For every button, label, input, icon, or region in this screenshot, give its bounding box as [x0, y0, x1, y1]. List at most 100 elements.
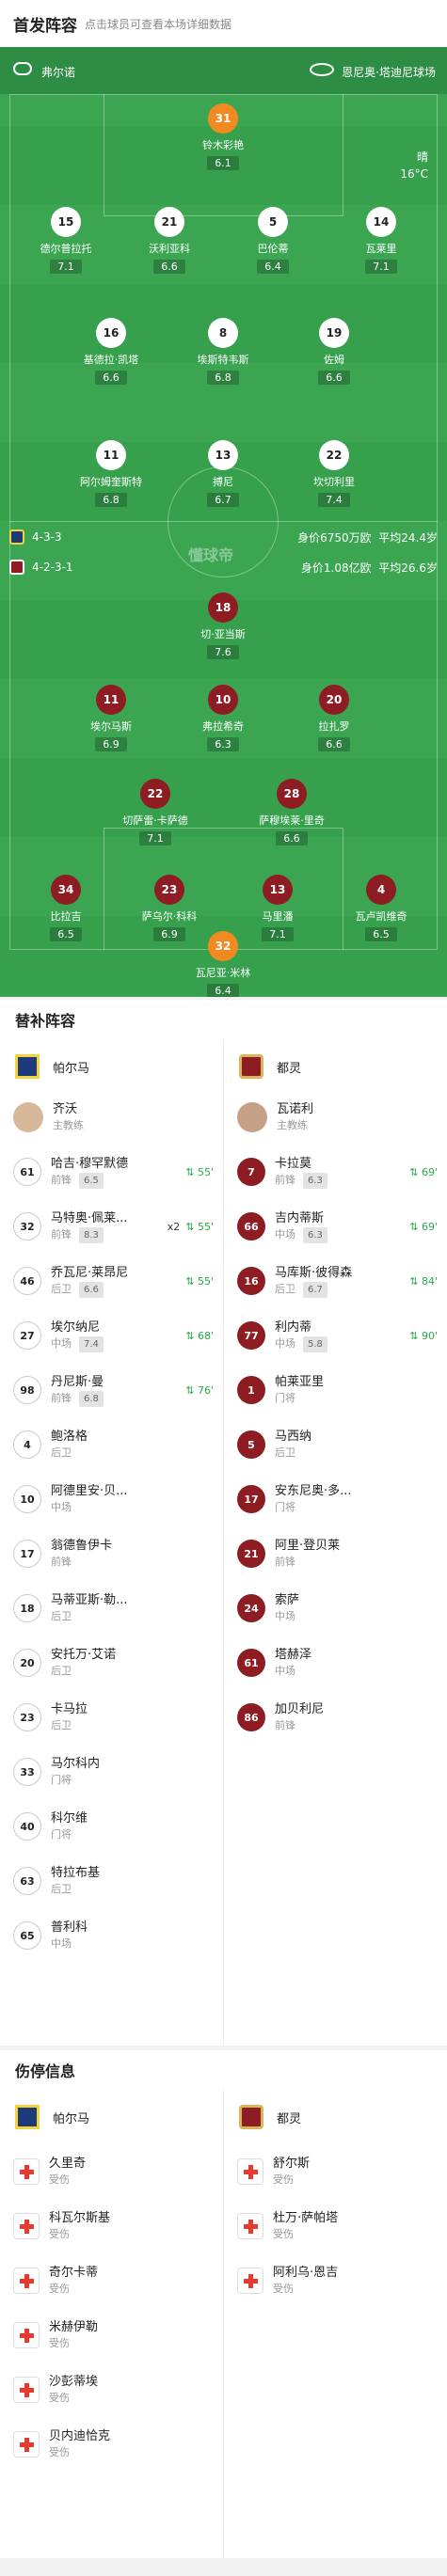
sub-away-5[interactable]: 5 马西纳 后卫: [224, 1417, 447, 1472]
player-name: 吉内蒂斯: [275, 1210, 325, 1225]
sub-home-23[interactable]: 23 卡马拉 后卫: [0, 1690, 223, 1745]
player-away-4[interactable]: 4 瓦卢凯维奇 6.5: [343, 875, 419, 941]
player-number: 18: [208, 593, 238, 623]
sub-home-18[interactable]: 18 马蒂亚斯·勒... 后卫: [0, 1581, 223, 1636]
header: 首发阵容 点击球员可查看本场详细数据: [0, 0, 447, 47]
injury-home-item[interactable]: 米赫伊勒 受伤: [0, 2308, 223, 2363]
player-home-5[interactable]: 5 巴伦蒂 6.4: [235, 207, 311, 274]
player-home-16[interactable]: 16 基德拉·凯塔 6.6: [73, 318, 149, 385]
player-name: 奇尔卡蒂: [49, 2266, 99, 2280]
player-away-10[interactable]: 10 弗拉希奇 6.3: [185, 685, 261, 751]
player-position: 前锋: [51, 1556, 72, 1568]
injury-home-item[interactable]: 奇尔卡蒂 受伤: [0, 2253, 223, 2308]
injury-home-item[interactable]: 沙彭蒂埃 受伤: [0, 2363, 223, 2417]
sub-home-27[interactable]: 27 埃尔纳尼 中场 7.4 ⇅ 68': [0, 1308, 223, 1363]
injury-status: 受伤: [49, 2337, 70, 2349]
player-rating: 7.4: [79, 1335, 104, 1352]
player-position: 后卫: [51, 1282, 72, 1295]
sub-home-32[interactable]: 32 马特奥·佩莱... 前锋 8.3 x2 ⇅ 55': [0, 1199, 223, 1254]
player-number: 17: [237, 1485, 265, 1513]
sub-home-20[interactable]: 20 安托万·艾诺 后卫: [0, 1636, 223, 1690]
injury-home-item[interactable]: 久里奇 受伤: [0, 2144, 223, 2199]
sub-on-icon: ⇅: [185, 1329, 198, 1342]
player-home-22[interactable]: 22 坎切利里 7.4: [296, 440, 372, 507]
player-name: 马尔科内: [51, 1757, 101, 1771]
player-home-19[interactable]: 19 佐姆 6.6: [296, 318, 372, 385]
player-position: 门将: [51, 1774, 72, 1786]
sub-home-46[interactable]: 46 乔瓦尼·莱昂尼 后卫 6.6 ⇅ 55': [0, 1254, 223, 1308]
player-rating: 6.1: [207, 156, 239, 170]
player-away-22[interactable]: 22 切萨雷·卡萨德 7.1: [118, 779, 193, 845]
player-number: 63: [13, 1867, 41, 1895]
sub-home-4[interactable]: 4 鲍洛格 后卫: [0, 1417, 223, 1472]
injury-away-item[interactable]: 杜万·萨帕塔 受伤: [224, 2199, 447, 2253]
player-number: 16: [237, 1267, 265, 1295]
sub-home-17[interactable]: 17 翁德鲁伊卡 前锋: [0, 1526, 223, 1581]
player-home-15[interactable]: 15 德尔普拉托 7.1: [28, 207, 104, 274]
player-home-11[interactable]: 11 阿尔姆奎斯特 6.8: [73, 440, 149, 507]
sub-away-86[interactable]: 86 加贝利尼 前锋: [224, 1690, 447, 1745]
player-rating: 7.1: [262, 927, 294, 941]
player-number: 66: [237, 1212, 265, 1241]
player-number: 33: [13, 1758, 41, 1786]
sub-on-icon: ⇅: [409, 1329, 422, 1342]
sub-away-16[interactable]: 16 马库斯·彼得森 后卫 6.7 ⇅ 84': [224, 1254, 447, 1308]
sub-home-33[interactable]: 33 马尔科内门将: [0, 1745, 223, 1799]
away-coach[interactable]: 瓦诺利 主教练: [224, 1090, 447, 1145]
player-away-28[interactable]: 28 萨穆埃莱·里奇 6.6: [254, 779, 329, 845]
sub-home-65[interactable]: 65 普利科 中场: [0, 1908, 223, 1963]
sub-away-66[interactable]: 66 吉内蒂斯 中场 6.3 ⇅ 69': [224, 1199, 447, 1254]
player-name: 铃木彩艳: [202, 139, 244, 151]
player-number: 1: [237, 1376, 265, 1404]
player-name: 马西纳: [275, 1430, 312, 1444]
player-number: 13: [263, 875, 293, 905]
player-home-14[interactable]: 14 瓦莱里 7.1: [343, 207, 419, 274]
home-team-row: 帕尔马: [0, 1039, 223, 1094]
player-name: 瓦尼亚·米林: [195, 967, 251, 979]
injury-home-item[interactable]: 贝内迪恰克 受伤: [0, 2417, 223, 2472]
injury-status: 受伤: [273, 2283, 294, 2295]
player-position: 后卫: [275, 1446, 295, 1459]
stadium-name: 恩尼奥·塔迪尼球场: [342, 66, 436, 79]
injury-away-item[interactable]: 阿利乌·恩吉 受伤: [224, 2253, 447, 2308]
player-home-13[interactable]: 13 搏尼 6.7: [185, 440, 261, 507]
player-position: 后卫: [51, 1883, 72, 1895]
player-home-21[interactable]: 21 沃利亚科 6.6: [132, 207, 207, 274]
sub-home-10[interactable]: 10 阿德里安·贝... 中场: [0, 1472, 223, 1526]
player-number: 77: [237, 1321, 265, 1350]
player-away-18[interactable]: 18 切·亚当斯 7.6: [185, 593, 261, 659]
sub-away-7[interactable]: 7 卡拉莫 前锋 6.3 ⇅ 69': [224, 1145, 447, 1199]
player-name: 马库斯·彼得森: [275, 1265, 353, 1280]
sub-home-98[interactable]: 98 丹尼斯·曼 前锋 6.8 ⇅ 76': [0, 1363, 223, 1417]
home-coach[interactable]: 齐沃 主教练: [0, 1090, 223, 1145]
injury-home-item[interactable]: 科瓦尔斯基 受伤: [0, 2199, 223, 2253]
sub-on-badge: ⇅ 69': [409, 1166, 438, 1178]
away-team-logo: [9, 560, 24, 575]
sub-on-badge: ⇅ 55': [185, 1166, 214, 1178]
player-away-11[interactable]: 11 埃尔马斯 6.9: [73, 685, 149, 751]
sub-home-40[interactable]: 40 科尔维 门将: [0, 1799, 223, 1854]
player-away-20[interactable]: 20 拉扎罗 6.6: [296, 685, 372, 751]
sub-away-77[interactable]: 77 利内蒂 中场 5.8 ⇅ 90': [224, 1308, 447, 1363]
player-number: 27: [13, 1321, 41, 1350]
player-position: 中场: [275, 1336, 295, 1350]
player-away-34[interactable]: 34 比拉吉 6.5: [28, 875, 104, 941]
injury-away-item[interactable]: 舒尔斯 受伤: [224, 2144, 447, 2199]
sub-away-61[interactable]: 61 塔赫泽 中场: [224, 1636, 447, 1690]
player-home-8[interactable]: 8 埃斯特韦斯 6.8: [185, 318, 261, 385]
sub-away-1[interactable]: 1 帕莱亚里 门将: [224, 1363, 447, 1417]
home-team-logo: [15, 2105, 40, 2129]
sub-away-21[interactable]: 21 阿里·登贝莱 前锋: [224, 1526, 447, 1581]
player-position: 前锋: [51, 1391, 72, 1404]
medical-kit-icon: [13, 2158, 40, 2185]
player-away-32[interactable]: 32 瓦尼亚·米林 6.4: [185, 931, 261, 997]
sub-away-24[interactable]: 24 索萨 中场: [224, 1581, 447, 1636]
player-name: 普利科: [51, 1920, 88, 1935]
sub-home-63[interactable]: 63 特拉布基 后卫: [0, 1854, 223, 1908]
player-position: 中场: [51, 1501, 72, 1513]
player-name: 埃斯特韦斯: [197, 354, 249, 366]
player-number: 19: [319, 318, 349, 348]
player-home-31[interactable]: 31 铃木彩艳 6.1: [185, 103, 261, 170]
sub-home-61[interactable]: 61 哈吉·穆罕默德 前锋 6.5 ⇅ 55': [0, 1145, 223, 1199]
sub-away-17[interactable]: 17 安东尼奥·多... 门将: [224, 1472, 447, 1526]
